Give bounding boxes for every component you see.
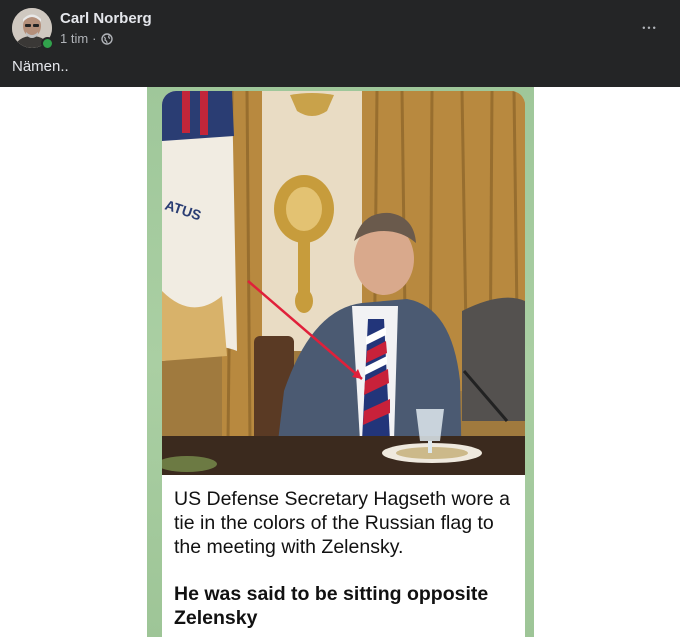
post-image[interactable]: ATUS US Defense Secretary Hagseth wore a… — [147, 87, 534, 637]
image-caption-bold: He was said to be sitting opposite Zelen… — [174, 583, 489, 629]
post-timestamp[interactable]: 1 tim — [60, 31, 88, 46]
post-header: Carl Norberg 1 tim · ••• Nämen.. — [0, 0, 680, 87]
image-caption: US Defense Secretary Hagseth wore a tie … — [174, 488, 510, 558]
meeting-photo: ATUS — [162, 91, 525, 475]
more-horizontal-icon: ••• — [642, 23, 658, 33]
screenshot-card: ATUS US Defense Secretary Hagseth wore a… — [162, 91, 525, 637]
post-meta: 1 tim · — [60, 31, 113, 46]
post-text: Nämen.. — [12, 58, 69, 75]
more-options-button[interactable]: ••• — [638, 15, 662, 35]
online-status-indicator — [41, 37, 54, 50]
globe-icon[interactable] — [100, 32, 113, 45]
meta-separator: · — [92, 31, 97, 46]
author-name[interactable]: Carl Norberg — [60, 10, 152, 27]
